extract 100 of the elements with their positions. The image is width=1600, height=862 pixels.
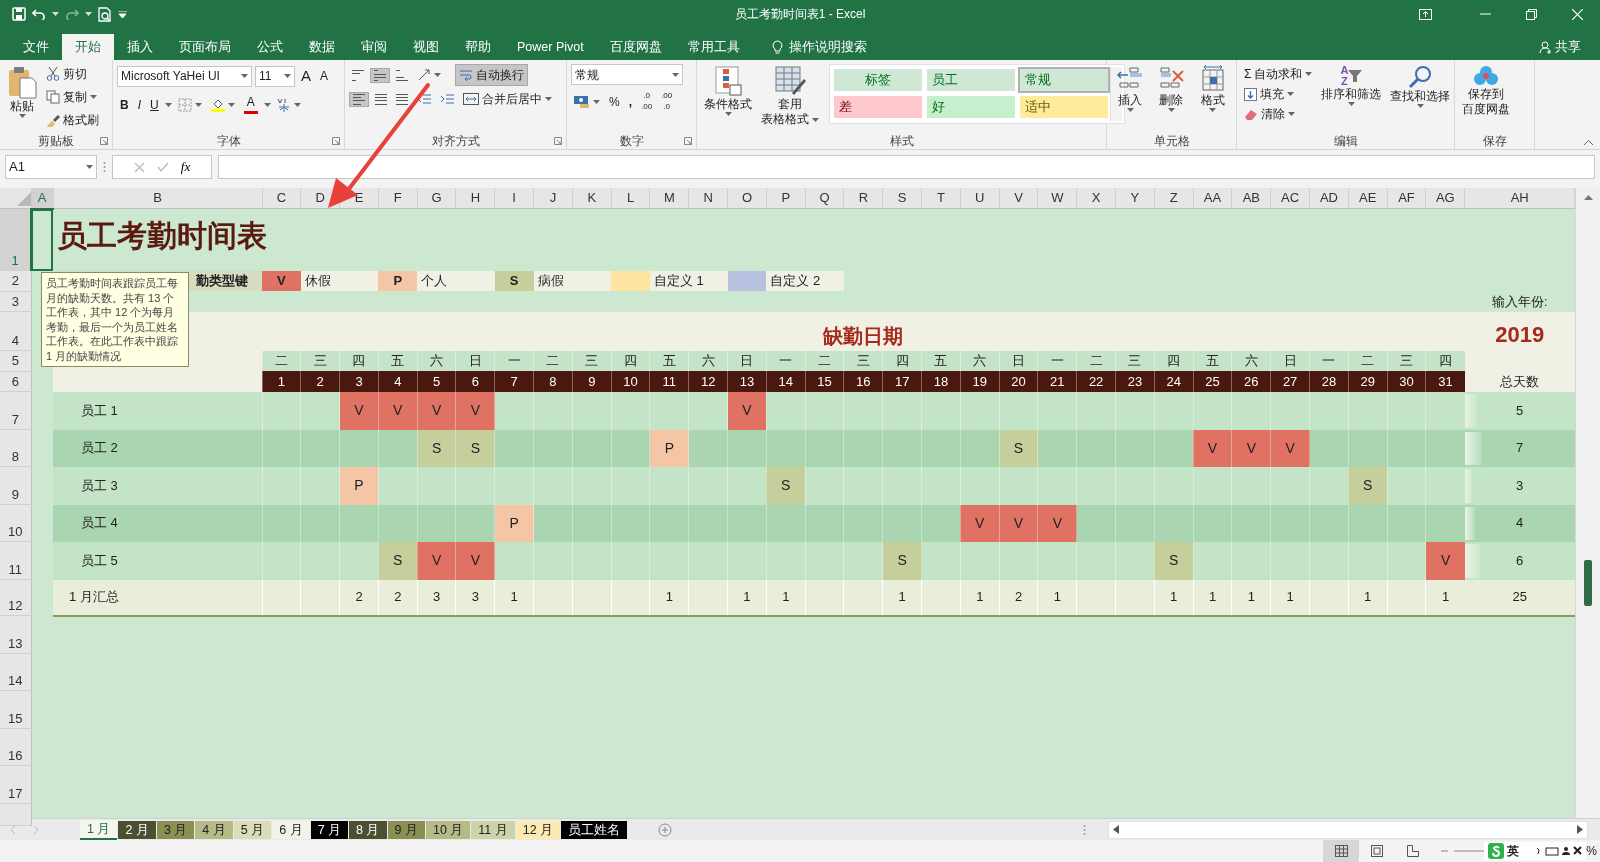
scrollbar-thumb[interactable]	[1584, 560, 1593, 606]
font-color-button[interactable]: A	[240, 94, 261, 115]
sheet-tab[interactable]: 10 月	[425, 820, 471, 839]
cut-button[interactable]: 剪切	[43, 64, 102, 84]
cell-style[interactable]: 常规	[1020, 69, 1108, 91]
bottom-align-button[interactable]	[393, 68, 411, 82]
column-header[interactable]: AD	[1309, 188, 1349, 209]
cell-style[interactable]: 适中	[1020, 95, 1108, 118]
column-header[interactable]: O	[727, 188, 767, 209]
column-header[interactable]: Z	[1154, 188, 1194, 209]
sheet-tab[interactable]: 3 月	[156, 820, 195, 839]
wrap-text-button[interactable]: 自动换行	[455, 64, 528, 86]
ribbon-tab[interactable]: 百度网盘	[596, 34, 675, 60]
tell-me-search[interactable]: 操作说明搜索	[758, 34, 880, 60]
row-header[interactable]: 12	[0, 579, 31, 616]
column-header[interactable]: L	[611, 188, 650, 209]
number-format-field[interactable]: 常规	[571, 64, 683, 85]
ribbon-tab[interactable]: 插入	[114, 34, 166, 60]
percent-button[interactable]: %	[606, 91, 623, 112]
center-button[interactable]	[372, 92, 390, 106]
name-box[interactable]: A1	[5, 155, 97, 179]
clear-button[interactable]: 清除	[1241, 104, 1316, 124]
merge-center-button[interactable]: 合并后居中	[460, 89, 555, 109]
format-as-table-button[interactable]: 套用 表格格式	[758, 64, 822, 128]
column-header[interactable]: H	[456, 188, 495, 209]
column-header[interactable]: AC	[1270, 188, 1310, 209]
sheet-tab[interactable]: 12 月	[515, 820, 561, 839]
ribbon-tab[interactable]: 常用工具	[674, 34, 753, 60]
insert-cells-button[interactable]: 插入	[1111, 64, 1150, 133]
scroll-right-icon[interactable]	[1577, 825, 1583, 834]
insert-function-button[interactable]: fx	[180, 157, 191, 177]
column-header[interactable]: V	[999, 188, 1038, 209]
bold-button[interactable]: B	[117, 94, 132, 115]
sheet-tab[interactable]: 9 月	[387, 820, 425, 839]
column-header[interactable]: Q	[805, 188, 844, 209]
increase-decimal-button[interactable]: .0 .00	[638, 91, 656, 112]
dialog-launcher-icon[interactable]	[332, 137, 340, 145]
row-header[interactable]: 1	[0, 208, 31, 271]
dialog-launcher-icon[interactable]	[554, 137, 562, 145]
row-header[interactable]: 13	[0, 615, 31, 654]
formula-input[interactable]	[218, 155, 1595, 179]
row-header[interactable]: 10	[0, 504, 31, 542]
middle-align-button[interactable]	[370, 67, 390, 83]
copy-button[interactable]: 复制	[43, 87, 102, 107]
save-icon[interactable]	[12, 7, 26, 21]
input-method-icon[interactable]	[1488, 843, 1505, 859]
share-button[interactable]: 共享	[1526, 34, 1594, 60]
normal-view-button[interactable]	[1323, 840, 1360, 862]
shrink-font-button[interactable]: A	[317, 66, 332, 87]
column-header[interactable]: C	[262, 188, 301, 209]
ribbon-tab[interactable]: 公式	[244, 34, 296, 60]
row-header[interactable]: 5	[0, 350, 31, 371]
cell-style[interactable]: 标签	[834, 69, 922, 91]
column-header[interactable]: AA	[1193, 188, 1232, 209]
column-header[interactable]: M	[649, 188, 689, 209]
column-header[interactable]: R	[843, 188, 883, 209]
column-header[interactable]: A	[31, 188, 53, 209]
column-header[interactable]: X	[1076, 188, 1116, 209]
scroll-left-icon[interactable]	[1113, 825, 1119, 834]
ribbon-tab[interactable]: 视图	[400, 34, 452, 60]
column-header[interactable]: G	[417, 188, 456, 209]
decrease-decimal-button[interactable]: .00 .0	[658, 91, 676, 112]
dialog-launcher-icon[interactable]	[100, 137, 108, 145]
cell-style[interactable]: 员工	[927, 69, 1015, 91]
accounting-format-button[interactable]	[571, 94, 603, 109]
sheet-tab[interactable]: 7 月	[310, 820, 349, 839]
ribbon-tab[interactable]: 开始	[62, 34, 114, 60]
column-header[interactable]: W	[1037, 188, 1077, 209]
ribbon-tab[interactable]: 页面布局	[166, 34, 244, 60]
column-header[interactable]: AG	[1425, 188, 1465, 209]
sheet-tab[interactable]: 员工姓名	[561, 820, 628, 839]
ribbon-tab[interactable]: 帮助	[452, 34, 504, 60]
column-header[interactable]: P	[766, 188, 806, 209]
column-header[interactable]: I	[494, 188, 534, 209]
undo-icon[interactable]	[32, 8, 46, 20]
row-header[interactable]: 17	[0, 765, 31, 804]
redo-icon[interactable]	[65, 8, 79, 20]
align-left-button[interactable]	[349, 91, 369, 107]
sheet-tab[interactable]: 5 月	[233, 820, 272, 839]
cell-style[interactable]: 好	[927, 95, 1015, 118]
collapse-ribbon-icon[interactable]	[1583, 139, 1594, 146]
column-header[interactable]: B	[53, 188, 262, 209]
print-preview-icon[interactable]	[98, 6, 112, 22]
horizontal-scrollbar[interactable]	[1108, 820, 1588, 839]
autosum-button[interactable]: Σ 自动求和	[1241, 64, 1316, 84]
format-cells-button[interactable]: 格式	[1193, 64, 1232, 133]
row-header[interactable]: 11	[0, 541, 31, 580]
ribbon-tab[interactable]: 文件	[10, 34, 62, 60]
find-select-button[interactable]: 查找和选择	[1387, 64, 1454, 133]
row-header[interactable]: 7	[0, 391, 31, 430]
column-header[interactable]: AB	[1231, 188, 1271, 209]
format-painter-button[interactable]: 格式刷	[43, 110, 102, 130]
column-header[interactable]: AH	[1464, 188, 1575, 209]
paste-button[interactable]: 粘贴	[4, 64, 40, 133]
check-icon[interactable]	[156, 162, 169, 172]
sheet-tab[interactable]: 11 月	[471, 820, 515, 839]
row-header[interactable]: 14	[0, 653, 31, 691]
scroll-up-icon[interactable]	[1584, 194, 1594, 200]
sheet-tab[interactable]: 8 月	[349, 820, 387, 839]
column-header[interactable]: N	[688, 188, 728, 209]
